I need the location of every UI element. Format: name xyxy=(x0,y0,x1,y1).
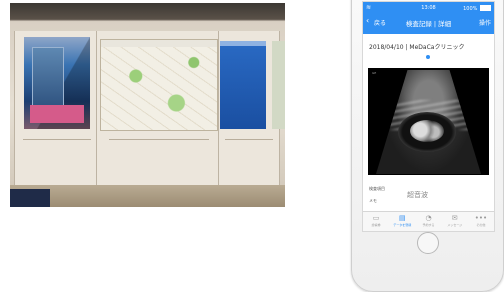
home-button[interactable] xyxy=(417,232,439,254)
tab-label: 診察券 xyxy=(371,223,381,227)
tab-label: 予約する xyxy=(422,223,435,227)
document-icon: ▤ xyxy=(398,214,406,222)
tab-label: メッセージ xyxy=(447,223,463,227)
smartphone: ≋ 13:08 100% ‹ 戻る 検査記録 | 詳細 操作 2018/04/1… xyxy=(351,0,504,292)
signage-screen-blue xyxy=(220,41,266,129)
battery-indicator: 100% xyxy=(463,5,491,12)
signage-screen-ad xyxy=(24,37,90,129)
battery-icon xyxy=(480,5,491,11)
ultrasound-image[interactable]: GE xyxy=(368,68,489,175)
record-date-clinic: 2018/04/10 | MeDaCaクリニック xyxy=(369,44,465,51)
detail-value: 超音波 xyxy=(407,191,428,199)
tab-label: その他 xyxy=(476,223,486,227)
phone-screen: ≋ 13:08 100% ‹ 戻る 検査記録 | 詳細 操作 2018/04/1… xyxy=(362,1,495,232)
action-button[interactable]: 操作 xyxy=(479,18,491,27)
card-icon: ▭ xyxy=(372,214,380,222)
memo-label: メモ xyxy=(369,198,377,203)
status-bar: ≋ 13:08 100% xyxy=(366,4,491,12)
page-indicator[interactable] xyxy=(426,55,430,59)
navigation-bar: ≋ 13:08 100% ‹ 戻る 検査記録 | 詳細 操作 xyxy=(363,2,494,34)
battery-percent: 100% xyxy=(463,6,478,12)
clock-icon: ◔ xyxy=(425,214,432,222)
signage-screen-map xyxy=(100,39,218,131)
ad-banner xyxy=(30,105,84,123)
tab-register-data[interactable]: ▤ データを登録 xyxy=(389,212,415,231)
signage-photo xyxy=(10,3,285,207)
mail-icon: ✉ xyxy=(451,214,458,222)
tab-label: データを登録 xyxy=(393,223,412,227)
tab-more[interactable]: ••• その他 xyxy=(468,212,494,231)
tab-card[interactable]: ▭ 診察券 xyxy=(363,212,389,231)
scan-overlay-text: GE xyxy=(372,71,377,75)
tab-message[interactable]: ✉ メッセージ xyxy=(442,212,468,231)
ultrasound-fetus xyxy=(410,120,444,142)
floor xyxy=(10,185,285,207)
building-image xyxy=(32,47,64,109)
tab-reserve[interactable]: ◔ 予約する xyxy=(415,212,441,231)
signage-screen-edge xyxy=(272,41,285,129)
page-title: 検査記録 | 詳細 xyxy=(405,20,452,28)
tab-bar: ▭ 診察券 ▤ データを登録 ◔ 予約する ✉ メッセージ ••• その他 xyxy=(363,211,494,231)
more-icon: ••• xyxy=(474,214,488,222)
detail-label: 検査項目 xyxy=(369,186,385,191)
